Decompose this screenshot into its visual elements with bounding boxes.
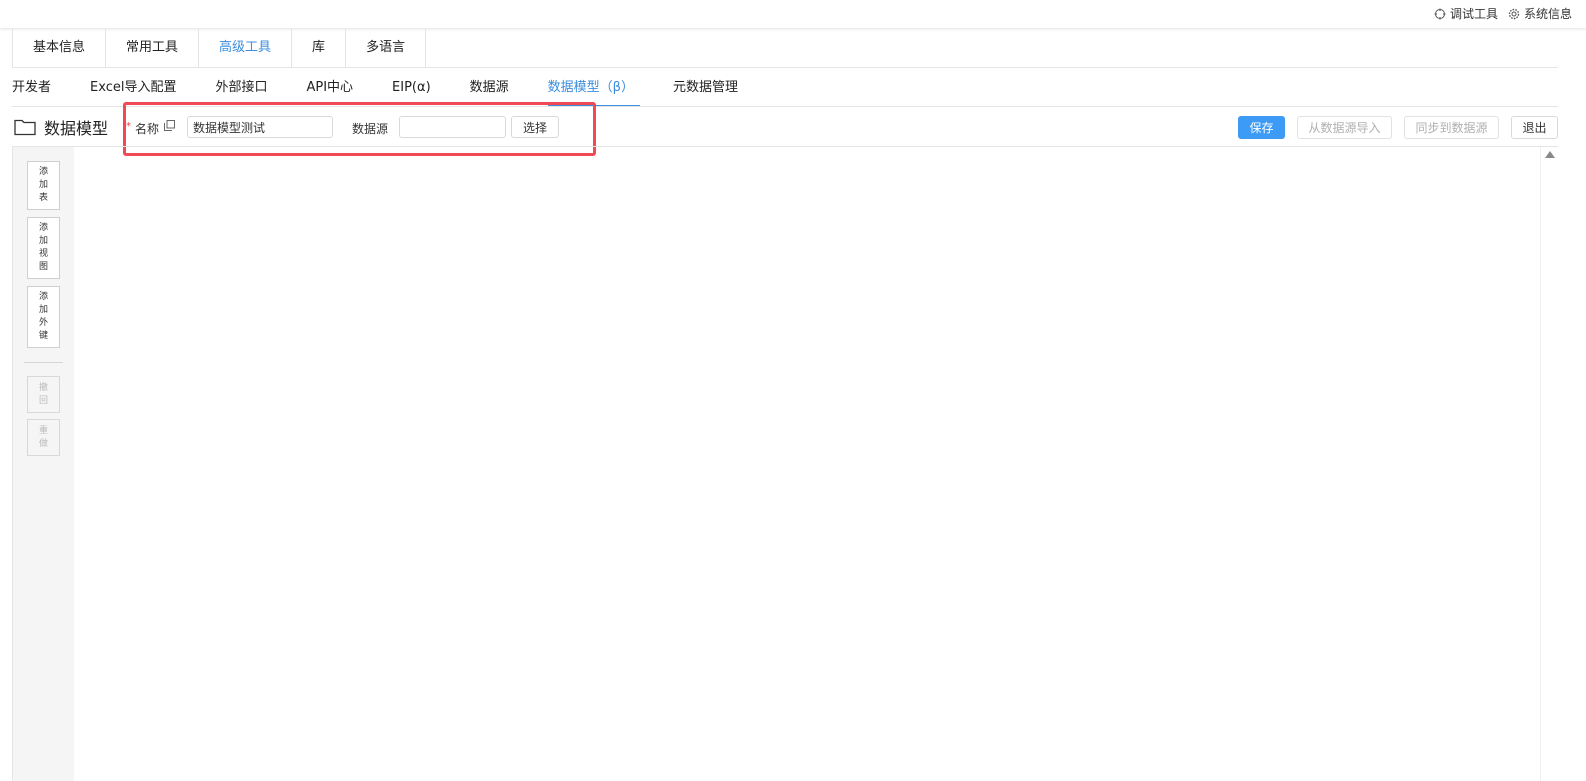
- tab-common-tools[interactable]: 常用工具: [106, 29, 200, 67]
- undo-button[interactable]: 撤 回: [27, 376, 60, 413]
- page-title: 数据模型: [44, 119, 109, 138]
- tool-panel-divider: [24, 362, 63, 363]
- subtab-developer[interactable]: 开发者: [12, 70, 51, 106]
- subtab-external-api[interactable]: 外部接口: [215, 70, 267, 106]
- debug-tools-link[interactable]: 调试工具: [1434, 5, 1498, 22]
- tab-library[interactable]: 库: [292, 29, 347, 67]
- subtab-data-model[interactable]: 数据模型（β）: [547, 70, 641, 107]
- system-info-link[interactable]: 系统信息: [1508, 5, 1572, 22]
- sub-tabs: 开发者 Excel导入配置 外部接口 API中心 EIP(α) 数据源 数据模型…: [12, 70, 777, 107]
- subtab-excel-import[interactable]: Excel导入配置: [90, 70, 176, 106]
- gear-icon: [1508, 8, 1520, 19]
- add-view-button[interactable]: 添 加 视 图: [27, 217, 60, 279]
- top-bar: 调试工具 系统信息: [0, 0, 1586, 28]
- tab-basic-info[interactable]: 基本信息: [13, 29, 107, 67]
- tab-advanced-tools[interactable]: 高级工具: [199, 29, 293, 67]
- folder-icon: [14, 119, 36, 136]
- subtab-metadata[interactable]: 元数据管理: [673, 70, 738, 106]
- vertical-scrollbar[interactable]: [1540, 147, 1558, 781]
- redo-button[interactable]: 重 做: [27, 419, 60, 456]
- subtab-datasource[interactable]: 数据源: [470, 70, 509, 106]
- add-foreign-key-button[interactable]: 添 加 外 键: [27, 286, 60, 348]
- system-info-label: 系统信息: [1523, 7, 1572, 21]
- scroll-up-arrow-icon[interactable]: [1545, 151, 1555, 158]
- subtab-api-center[interactable]: API中心: [306, 70, 353, 106]
- import-from-datasource-button[interactable]: 从数据源导入: [1297, 116, 1392, 139]
- tab-multilanguage[interactable]: 多语言: [346, 29, 427, 67]
- topbar-actions: 调试工具 系统信息: [1434, 5, 1572, 22]
- main-tabs: 基本信息 常用工具 高级工具 库 多语言: [12, 29, 427, 67]
- crosshair-icon: [1434, 8, 1446, 19]
- save-button[interactable]: 保存: [1238, 116, 1285, 139]
- subtab-eip[interactable]: EIP(α): [392, 70, 431, 106]
- tool-panel: 添 加 表 添 加 视 图 添 加 外 键 撤 回 重 做: [13, 147, 74, 781]
- page-title-wrap: 数据模型: [14, 115, 108, 139]
- sync-to-datasource-button[interactable]: 同步到数据源: [1404, 116, 1499, 139]
- main-tabs-divider: [12, 67, 1558, 68]
- add-table-button[interactable]: 添 加 表: [27, 161, 60, 210]
- debug-tools-label: 调试工具: [1449, 7, 1498, 21]
- model-canvas[interactable]: 添 加 表 添 加 视 图 添 加 外 键 撤 回 重 做: [12, 146, 1558, 781]
- exit-button[interactable]: 退出: [1511, 116, 1558, 139]
